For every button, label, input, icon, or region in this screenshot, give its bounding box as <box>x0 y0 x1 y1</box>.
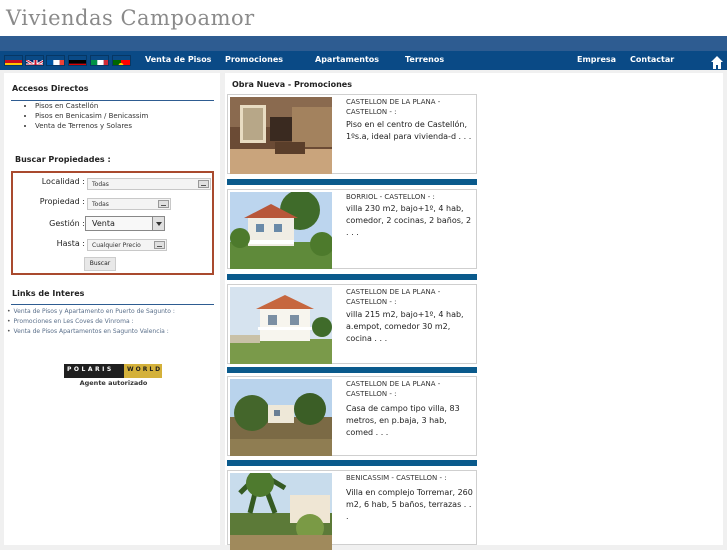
nav-empresa[interactable]: Empresa <box>577 55 616 64</box>
right-panel <box>481 73 723 545</box>
accesos-item-castellon[interactable]: Pisos en Castellón <box>35 101 148 111</box>
listing-location: CASTELLON DE LA PLANA - CASTELLON - : <box>346 98 441 116</box>
link-sagunto-valencia[interactable]: Venta de Pisos Apartamentos en Sagunto V… <box>7 327 175 337</box>
listing-location: BENICASSIM - CASTELLON - : <box>346 474 447 482</box>
links-list: Venta de Pisos y Apartamento en Puerto d… <box>7 307 175 337</box>
listing-card[interactable]: CASTELLON DE LA PLANA - CASTELLON - : Pi… <box>227 94 477 174</box>
flag-france-icon[interactable] <box>46 55 65 66</box>
flag-germany-icon[interactable] <box>68 55 87 66</box>
listing-location: CASTELLON DE LA PLANA - CASTELLON - : <box>346 288 441 306</box>
listing-card[interactable]: CASTELLON DE LA PLANA - CASTELLON - : vi… <box>227 284 477 364</box>
dropdown-arrow-icon <box>198 180 209 188</box>
home-icon[interactable] <box>711 54 723 69</box>
listing-location: BORRIOL - CASTELLON - : <box>346 193 435 201</box>
header: Viviendas Campoamor <box>0 0 727 36</box>
main-nav: Venta de Pisos Promociones Apartamentos … <box>0 51 727 70</box>
listing-divider <box>227 274 477 280</box>
hasta-value: Cualquier Precio <box>92 242 141 249</box>
listing-description: Piso en el centro de Castellón, 1ºs.a, i… <box>346 120 472 141</box>
accesos-list: Pisos en Castellón Pisos en Benicasim / … <box>26 101 148 131</box>
listing-card[interactable]: CASTELLON DE LA PLANA - CASTELLON - : Ca… <box>227 376 477 456</box>
localidad-value: Todas <box>92 181 109 188</box>
dropdown-arrow-icon <box>158 200 169 208</box>
propiedad-value: Todas <box>92 201 109 208</box>
propiedad-select[interactable]: Todas <box>87 198 171 210</box>
dropdown-arrow-icon <box>154 241 165 249</box>
link-les-coves-de-vinroma[interactable]: Promociones en Les Coves de Vinroma : <box>7 317 175 327</box>
hasta-label: Hasta : <box>56 239 85 248</box>
listing-photo[interactable] <box>230 379 332 456</box>
listing-divider <box>227 179 477 185</box>
accesos-item-terrenos[interactable]: Venta de Terrenos y Solares <box>35 121 148 131</box>
listing-photo[interactable] <box>230 473 332 550</box>
page-title: Obra Nueva - Promociones <box>232 80 352 89</box>
world-logo-text: WORLD <box>127 366 163 373</box>
flag-italy-icon[interactable] <box>90 55 109 66</box>
listing-photo[interactable] <box>230 97 332 174</box>
polaris-world-logo[interactable]: POLARIS WORLD <box>64 364 162 378</box>
localidad-label: Localidad : <box>41 177 85 186</box>
nav-venta-de-pisos[interactable]: Venta de Pisos <box>145 55 211 64</box>
flag-uk-icon[interactable] <box>25 55 44 66</box>
header-blue-bar <box>0 36 727 51</box>
link-puerto-de-sagunto[interactable]: Venta de Pisos y Apartamento en Puerto d… <box>7 307 175 317</box>
main-content: Obra Nueva - Promociones CASTELLON DE LA… <box>225 73 481 550</box>
gestion-label: Gestión : <box>49 219 85 228</box>
listing-description: Villa en complejo Torremar, 260 m2, 6 ha… <box>346 488 473 521</box>
links-de-interes-title: Links de Interes <box>12 289 85 298</box>
flag-portugal-icon[interactable] <box>112 55 131 66</box>
polaris-logo-accent: WORLD <box>124 364 162 378</box>
hasta-select[interactable]: Cualquier Precio <box>87 239 167 251</box>
polaris-logo-text: POLARIS <box>67 366 114 373</box>
propiedad-label: Propiedad : <box>39 197 85 206</box>
accesos-item-benicasim[interactable]: Pisos en Benicasim / Benicassim <box>35 111 148 121</box>
site-logo[interactable]: Viviendas Campoamor <box>6 6 255 30</box>
listing-photo[interactable] <box>230 192 332 269</box>
listing-description: villa 230 m2, bajo+1º, 4 hab, comedor, 2… <box>346 204 472 237</box>
listing-description: villa 215 m2, bajo+1º, 4 hab, a.empot, c… <box>346 310 464 343</box>
buscar-propiedades-title: Buscar Propiedades : <box>15 155 111 164</box>
localidad-select[interactable]: Todas <box>87 178 211 190</box>
listing-photo[interactable] <box>230 287 332 364</box>
gestion-value: Venta <box>92 219 115 228</box>
links-divider <box>11 304 214 305</box>
buscar-button[interactable]: Buscar <box>84 257 116 271</box>
chevron-down-icon <box>152 217 164 230</box>
nav-terrenos[interactable]: Terrenos <box>405 55 444 64</box>
nav-apartamentos[interactable]: Apartamentos <box>315 55 379 64</box>
listing-card[interactable]: BORRIOL - CASTELLON - : villa 230 m2, ba… <box>227 189 477 269</box>
listing-description: Casa de campo tipo villa, 83 metros, en … <box>346 404 460 437</box>
listing-card[interactable]: BENICASSIM - CASTELLON - : Villa en comp… <box>227 470 477 550</box>
sidebar: Accesos Directos Pisos en Castellón Piso… <box>4 73 220 545</box>
gestion-select[interactable]: Venta <box>85 216 165 231</box>
listing-divider <box>227 367 477 373</box>
listing-divider <box>227 460 477 466</box>
accesos-directos-title: Accesos Directos <box>12 84 89 93</box>
nav-promociones[interactable]: Promociones <box>225 55 283 64</box>
flag-spain-icon[interactable] <box>4 55 23 66</box>
agente-autorizado-caption: Agente autorizado <box>79 379 148 387</box>
listing-location: CASTELLON DE LA PLANA - CASTELLON - : <box>346 380 441 398</box>
nav-contactar[interactable]: Contactar <box>630 55 674 64</box>
